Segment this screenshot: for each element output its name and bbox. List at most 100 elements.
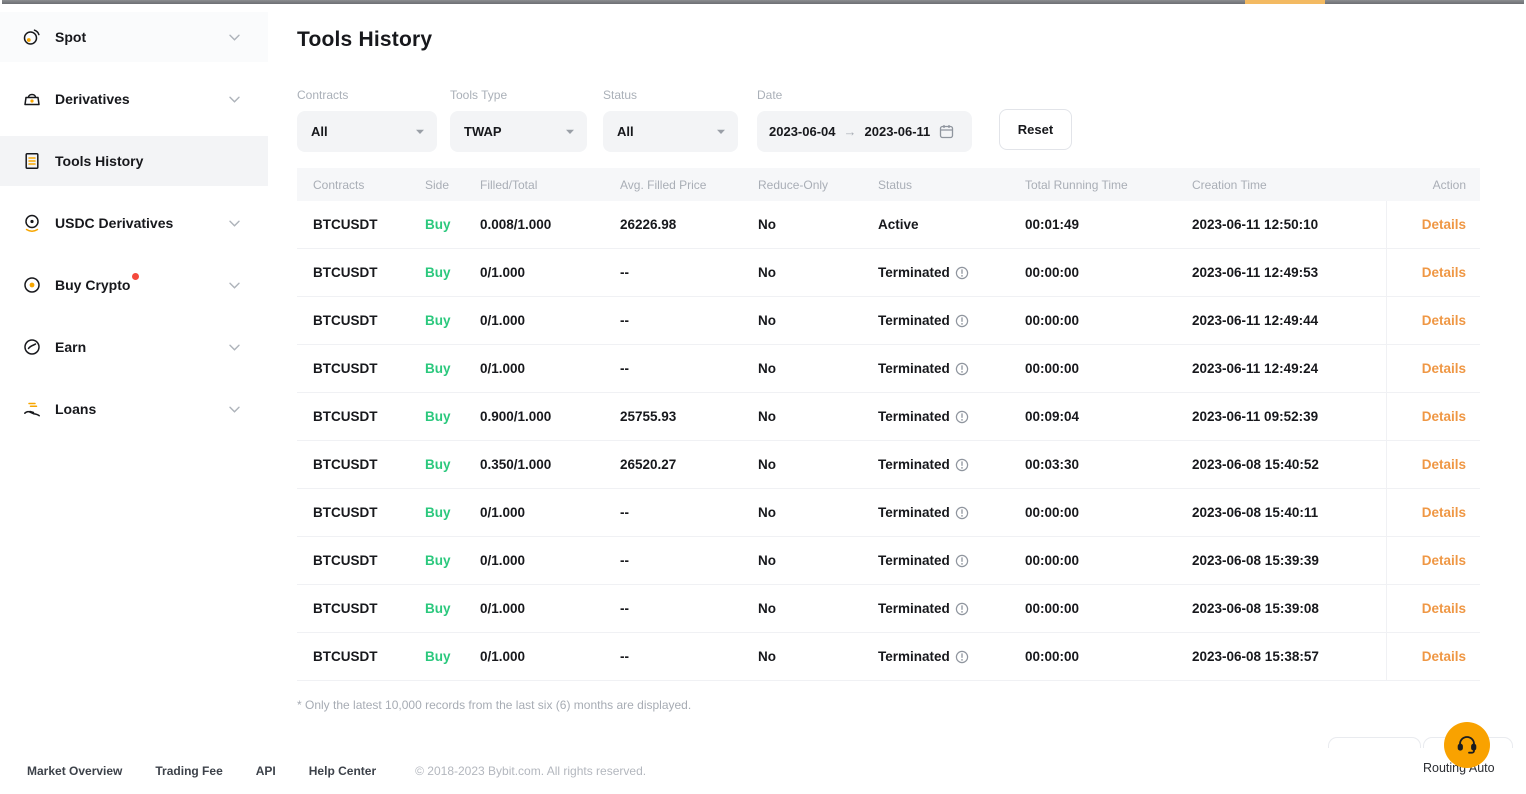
details-link[interactable]: Details [1422, 217, 1466, 232]
date-range-picker[interactable]: 2023-06-04 → 2023-06-11 [757, 111, 972, 152]
creation-time-value: 2023-06-08 15:39:08 [1192, 601, 1386, 616]
info-icon[interactable] [955, 314, 969, 328]
calendar-icon [939, 124, 954, 139]
side-value: Buy [425, 265, 480, 280]
contracts-value: BTCUSDT [297, 265, 425, 280]
support-chat-button[interactable] [1444, 722, 1490, 768]
reduce-only-value: No [758, 457, 878, 472]
status-value: Terminated [878, 553, 1025, 568]
notification-dot [132, 273, 139, 280]
derivatives-icon [22, 89, 42, 109]
footer-link-trading-fee[interactable]: Trading Fee [155, 764, 222, 778]
contracts-value: BTCUSDT [297, 457, 425, 472]
info-icon[interactable] [955, 410, 969, 424]
tools-type-filter: Tools Type TWAP [450, 88, 587, 152]
contracts-value: BTCUSDT [297, 601, 425, 616]
status-value: Terminated [878, 409, 1025, 424]
filled-total-value: 0.008/1.000 [480, 217, 620, 232]
footer-link-api[interactable]: API [256, 764, 276, 778]
reduce-only-value: No [758, 553, 878, 568]
top-nav-active-indicator [1245, 0, 1325, 4]
details-link[interactable]: Details [1422, 601, 1466, 616]
side-value: Buy [425, 505, 480, 520]
info-icon[interactable] [955, 602, 969, 616]
tools-history-icon [22, 151, 42, 171]
column-header-status: Status [878, 178, 1025, 192]
date-filter-label: Date [757, 88, 972, 102]
table-row: BTCUSDTBuy0/1.000--NoTerminated00:00:002… [297, 345, 1480, 393]
filled-total-value: 0.900/1.000 [480, 409, 620, 424]
total-running-time-value: 00:01:49 [1025, 217, 1192, 232]
details-link[interactable]: Details [1422, 649, 1466, 664]
column-header-creation-time: Creation Time [1192, 178, 1386, 192]
contracts-select[interactable]: All [297, 111, 437, 152]
total-running-time-value: 00:00:00 [1025, 505, 1192, 520]
sidebar-item-buy-crypto[interactable]: Buy Crypto [0, 260, 268, 310]
details-link[interactable]: Details [1422, 313, 1466, 328]
reduce-only-value: No [758, 217, 878, 232]
sidebar-item-earn[interactable]: Earn [0, 322, 268, 372]
info-icon[interactable] [955, 554, 969, 568]
sidebar-item-usdc-derivatives[interactable]: USDC Derivatives [0, 198, 268, 248]
footer-link-market-overview[interactable]: Market Overview [27, 764, 122, 778]
sidebar-item-derivatives[interactable]: Derivatives [0, 74, 268, 124]
total-running-time-value: 00:03:30 [1025, 457, 1192, 472]
creation-time-value: 2023-06-08 15:40:52 [1192, 457, 1386, 472]
table-row: BTCUSDTBuy0.008/1.00026226.98NoActive00:… [297, 201, 1480, 249]
info-icon[interactable] [955, 458, 969, 472]
action-cell: Details [1386, 201, 1480, 248]
loans-icon [22, 399, 42, 419]
status-value: Terminated [878, 649, 1025, 664]
side-value: Buy [425, 409, 480, 424]
action-cell: Details [1386, 297, 1480, 344]
contracts-value: BTCUSDT [297, 649, 425, 664]
avg-filled-price-value: -- [620, 265, 758, 280]
status-select[interactable]: All [603, 111, 738, 152]
info-icon[interactable] [955, 650, 969, 664]
chevron-down-icon [229, 220, 240, 227]
details-link[interactable]: Details [1422, 409, 1466, 424]
sidebar-item-label: USDC Derivatives [55, 215, 173, 231]
info-icon[interactable] [955, 506, 969, 520]
details-link[interactable]: Details [1422, 457, 1466, 472]
contracts-value: BTCUSDT [297, 409, 425, 424]
table-row: BTCUSDTBuy0/1.000--NoTerminated00:00:002… [297, 249, 1480, 297]
reset-button[interactable]: Reset [999, 109, 1072, 150]
chevron-down-icon [229, 282, 240, 289]
tools-type-select-value: TWAP [464, 124, 502, 139]
total-running-time-value: 00:00:00 [1025, 601, 1192, 616]
avg-filled-price-value: -- [620, 505, 758, 520]
spot-icon [22, 27, 42, 47]
avg-filled-price-value: 26520.27 [620, 457, 758, 472]
creation-time-value: 2023-06-11 12:50:10 [1192, 217, 1386, 232]
details-link[interactable]: Details [1422, 361, 1466, 376]
copyright-text: © 2018-2023 Bybit.com. All rights reserv… [415, 764, 646, 778]
column-header-filled-total: Filled/Total [480, 178, 620, 192]
info-icon[interactable] [955, 266, 969, 280]
details-link[interactable]: Details [1422, 505, 1466, 520]
contracts-value: BTCUSDT [297, 313, 425, 328]
info-icon[interactable] [955, 362, 969, 376]
chevron-down-icon [716, 129, 726, 135]
details-link[interactable]: Details [1422, 265, 1466, 280]
chevron-down-icon [415, 129, 425, 135]
records-footnote: * Only the latest 10,000 records from th… [297, 698, 691, 712]
filled-total-value: 0.350/1.000 [480, 457, 620, 472]
contracts-select-value: All [311, 124, 328, 139]
sidebar: Spot Derivatives Tools History USDC Derivat… [0, 4, 268, 744]
avg-filled-price-value: -- [620, 553, 758, 568]
creation-time-value: 2023-06-11 12:49:24 [1192, 361, 1386, 376]
action-cell: Details [1386, 585, 1480, 632]
sidebar-item-label: Buy Crypto [55, 277, 130, 293]
sidebar-item-tools-history[interactable]: Tools History [0, 136, 268, 186]
footer-link-help-center[interactable]: Help Center [309, 764, 376, 778]
status-text: Terminated [878, 265, 950, 280]
date-start-value: 2023-06-04 [769, 124, 836, 139]
creation-time-value: 2023-06-08 15:40:11 [1192, 505, 1386, 520]
sidebar-item-spot[interactable]: Spot [0, 12, 268, 62]
tools-type-select[interactable]: TWAP [450, 111, 587, 152]
sidebar-item-loans[interactable]: Loans [0, 384, 268, 434]
details-link[interactable]: Details [1422, 553, 1466, 568]
date-filter: Date 2023-06-04 → 2023-06-11 [757, 88, 972, 152]
headset-icon [1455, 733, 1479, 757]
